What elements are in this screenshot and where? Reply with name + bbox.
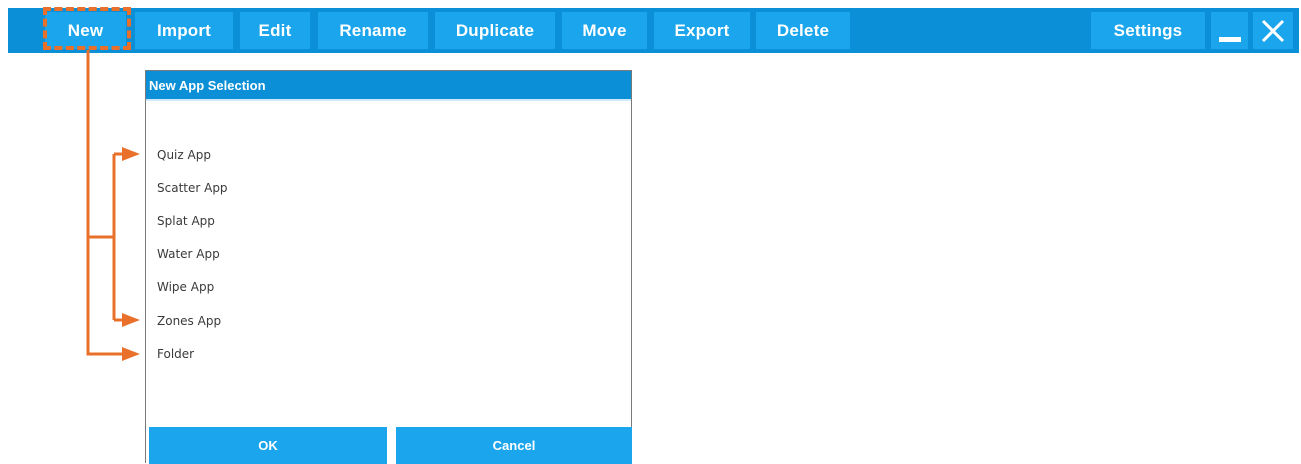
- edit-button[interactable]: Edit: [240, 12, 310, 49]
- arrow-head-folder: [122, 347, 140, 361]
- option-quiz-app[interactable]: Quiz App: [157, 148, 211, 162]
- move-button[interactable]: Move: [562, 12, 647, 49]
- new-app-selection-dialog: New App Selection Quiz App Scatter App S…: [145, 70, 632, 464]
- delete-button[interactable]: Delete: [756, 12, 850, 49]
- cancel-button[interactable]: Cancel: [396, 427, 632, 464]
- option-zones-app[interactable]: Zones App: [157, 314, 221, 328]
- duplicate-button[interactable]: Duplicate: [435, 12, 555, 49]
- close-icon: [1261, 19, 1285, 42]
- dialog-title: New App Selection: [146, 71, 631, 101]
- option-scatter-app[interactable]: Scatter App: [157, 181, 228, 195]
- export-button[interactable]: Export: [654, 12, 750, 49]
- close-button[interactable]: [1253, 12, 1293, 49]
- option-splat-app[interactable]: Splat App: [157, 214, 215, 228]
- option-water-app[interactable]: Water App: [157, 247, 220, 261]
- top-toolbar: New Import Edit Rename Duplicate Move Ex…: [8, 8, 1299, 53]
- rename-button[interactable]: Rename: [318, 12, 428, 49]
- option-wipe-app[interactable]: Wipe App: [157, 280, 214, 294]
- settings-button[interactable]: Settings: [1091, 12, 1205, 49]
- import-button[interactable]: Import: [135, 12, 233, 49]
- minimize-icon: [1218, 36, 1241, 42]
- ok-button[interactable]: OK: [149, 427, 387, 464]
- arrow-head-zones: [122, 313, 140, 327]
- option-folder[interactable]: Folder: [157, 347, 194, 361]
- minimize-button[interactable]: [1211, 12, 1248, 49]
- arrow-head-quiz: [122, 147, 140, 161]
- new-button[interactable]: New: [45, 12, 126, 49]
